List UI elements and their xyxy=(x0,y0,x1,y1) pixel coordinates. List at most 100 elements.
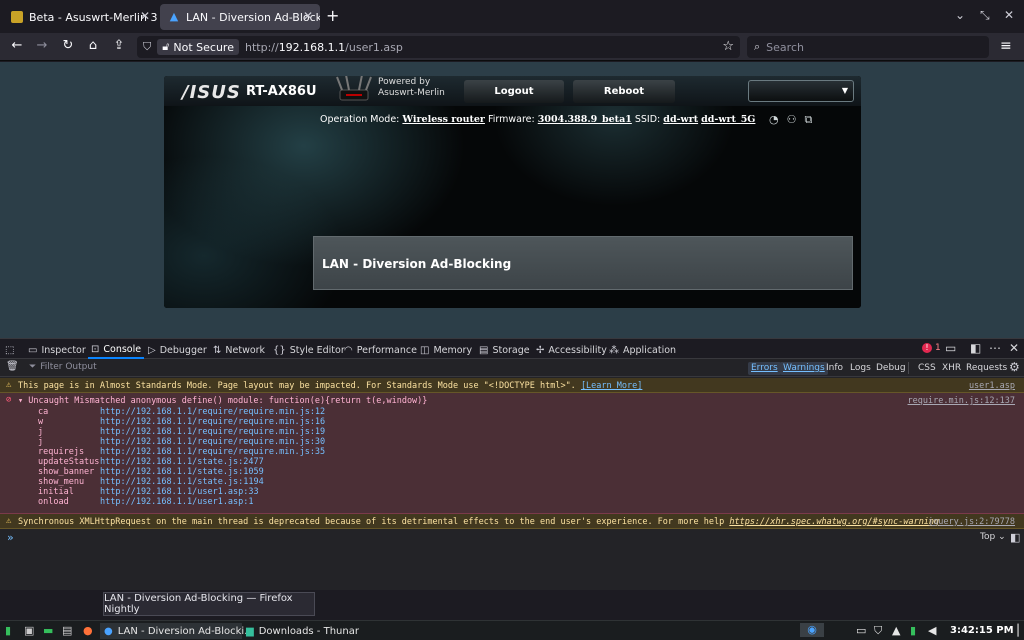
tab-memory[interactable]: ◫ Memory xyxy=(420,341,472,359)
filter-output-input[interactable]: ⏷ Filter Output xyxy=(29,362,97,372)
url-text[interactable]: http://192.168.1.1/user1.asp xyxy=(245,41,403,54)
close-devtools-icon[interactable]: ✕ xyxy=(1009,341,1019,355)
filter-xhr[interactable]: XHR xyxy=(939,362,964,375)
context-selector[interactable]: Top ⌄ xyxy=(980,532,1006,542)
stack-frame-link[interactable]: http://192.168.1.1/state.js:1059 xyxy=(100,467,264,477)
update-icon[interactable]: ▲ xyxy=(892,624,900,637)
wifi-icon[interactable]: ◔ xyxy=(769,113,787,126)
filter-css[interactable]: CSS xyxy=(915,362,939,375)
error-text[interactable]: ▾ Uncaught Mismatched anonymous define()… xyxy=(18,396,427,406)
pick-element-icon[interactable]: ⬚ xyxy=(5,341,18,359)
message-source-link[interactable]: user1.asp xyxy=(969,381,1015,391)
close-window-button[interactable]: ✕ xyxy=(1004,8,1014,22)
firefox-icon[interactable]: ● xyxy=(83,624,93,637)
stack-frame-link[interactable]: http://192.168.1.1/require/require.min.j… xyxy=(100,447,325,457)
console-warning: ⚠ This page is in Almost Standards Mode.… xyxy=(0,378,1024,393)
firmware-link[interactable]: 3004.388.9_beta1 xyxy=(538,114,632,125)
battery-icon[interactable]: ▮ xyxy=(910,624,916,637)
close-tab-icon[interactable]: ✕ xyxy=(303,9,313,23)
volume-icon[interactable]: ◀︎ xyxy=(928,624,936,637)
ssid-link-1[interactable]: dd-wrt xyxy=(663,114,698,125)
archive-icon[interactable]: ▤ xyxy=(62,624,72,637)
clients-icon[interactable]: ⚇ xyxy=(787,113,805,126)
tab-performance[interactable]: ◠ Performance xyxy=(344,341,417,359)
expand-arrow-icon[interactable]: ▾ xyxy=(18,396,23,406)
shield-icon[interactable]: ⛉ xyxy=(143,40,151,54)
tab-lan-diversion[interactable]: ▲ LAN - Diversion Ad-Blocking ✕ xyxy=(160,4,320,30)
op-mode-link[interactable]: Wireless router xyxy=(402,114,485,125)
new-tab-button[interactable]: + xyxy=(326,6,339,25)
filter-warnings[interactable]: Warnings xyxy=(780,362,828,375)
stack-frame-link[interactable]: http://192.168.1.1/require/require.min.j… xyxy=(100,417,325,427)
dropdown-caret-icon: ⌄ xyxy=(998,532,1006,542)
dock-side-icon[interactable]: ◧ xyxy=(970,341,981,355)
show-desktop-icon[interactable]: ▕ xyxy=(1010,624,1018,637)
language-select[interactable]: ▼ xyxy=(748,80,854,102)
tab-beta-forum[interactable]: Beta - Asuswrt-Merlin 3004 ✕ xyxy=(3,4,157,30)
logout-button[interactable]: Logout xyxy=(464,80,564,103)
error-count-badge[interactable]: ! 1 xyxy=(922,343,941,353)
taskbar-item-firefox[interactable]: ● LAN - Diversion Ad-Blocki... xyxy=(100,623,254,639)
workspace-switcher-icon[interactable]: ◉ xyxy=(800,623,824,637)
tab-console[interactable]: ⊡ Console xyxy=(88,341,145,359)
filter-errors[interactable]: Errors xyxy=(748,362,781,375)
search-input[interactable]: ⌕ Search xyxy=(747,36,989,58)
tab-accessibility[interactable]: ✢ Accessibility xyxy=(536,341,607,359)
shield-icon[interactable]: ⛉ xyxy=(874,624,882,638)
filter-logs[interactable]: Logs xyxy=(847,362,874,375)
tab-debugger[interactable]: ▷ Debugger xyxy=(148,341,207,359)
gear-icon[interactable]: ⚙ xyxy=(1009,360,1020,374)
message-source-link[interactable]: require.min.js:12:137 xyxy=(908,396,1015,406)
error-icon: ! xyxy=(922,343,932,353)
extensions-icon[interactable]: ⇪ xyxy=(110,38,128,53)
file-manager-icon[interactable]: ▬ xyxy=(43,624,53,637)
back-button[interactable]: ← xyxy=(8,38,26,53)
maximize-button[interactable]: ⤡ xyxy=(980,8,990,23)
reload-button[interactable]: ↻ xyxy=(59,38,77,53)
stack-frame-link[interactable]: http://192.168.1.1/user1.asp:1 xyxy=(100,497,254,507)
stack-frame-link[interactable]: http://192.168.1.1/require/require.min.j… xyxy=(100,427,325,437)
stack-frame-link[interactable]: http://192.168.1.1/user1.asp:33 xyxy=(100,487,259,497)
message-source-link[interactable]: jquery.js:2:79778 xyxy=(928,517,1015,527)
close-tab-icon[interactable]: ✕ xyxy=(140,9,150,23)
split-console-icon[interactable]: ◧ xyxy=(1010,531,1020,544)
taskbar-item-thunar[interactable]: ▆ Downloads - Thunar xyxy=(242,623,372,639)
stack-frame-link[interactable]: http://192.168.1.1/require/require.min.j… xyxy=(100,407,325,417)
tab-application[interactable]: ⁂ Application xyxy=(609,341,676,359)
usb-icon[interactable]: ⧉ xyxy=(804,113,820,126)
menu-launcher-icon[interactable]: ▮ xyxy=(5,624,11,637)
stack-frame-link[interactable]: http://192.168.1.1/state.js:2477 xyxy=(100,457,264,467)
tab-style-editor[interactable]: {} Style Editor xyxy=(273,341,345,359)
tab-storage[interactable]: ▤ Storage xyxy=(479,341,530,359)
bookmark-star-icon[interactable]: ☆ xyxy=(722,39,734,54)
responsive-design-icon[interactable]: ▭ xyxy=(945,341,956,355)
warning-icon: ⚠ xyxy=(6,516,12,526)
minimize-button[interactable]: ⌄ xyxy=(955,8,965,22)
terminal-icon[interactable]: ▣ xyxy=(24,624,34,637)
url-bar[interactable]: ⛉ 🔓︎ Not Secure http://192.168.1.1/user1.… xyxy=(137,36,740,58)
home-button[interactable]: ⌂ xyxy=(84,38,102,53)
reboot-button[interactable]: Reboot xyxy=(573,80,675,103)
console-input-prompt[interactable]: » xyxy=(7,531,14,544)
tab-network[interactable]: ⇅ Network xyxy=(213,341,265,359)
clock[interactable]: 3:42:15 PM xyxy=(950,625,1014,636)
clear-console-icon[interactable]: 🗑︎ xyxy=(6,361,19,372)
more-options-icon[interactable]: ⋯ xyxy=(989,341,1001,355)
stack-frame-link[interactable]: http://192.168.1.1/require/require.min.j… xyxy=(100,437,325,447)
filter-info[interactable]: Info xyxy=(823,362,846,375)
stack-frame-function: initial xyxy=(38,487,74,497)
asus-logo[interactable]: /ISUS xyxy=(182,82,241,103)
filter-requests[interactable]: Requests xyxy=(963,362,1010,375)
tab-inspector[interactable]: ▭ Inspector xyxy=(28,341,86,359)
forward-button[interactable]: → xyxy=(33,38,51,53)
learn-more-link[interactable]: [Learn More] xyxy=(581,381,642,391)
menu-icon[interactable]: ≡ xyxy=(1000,38,1012,54)
security-indicator[interactable]: 🔓︎ Not Secure xyxy=(157,39,239,55)
ssid-link-2[interactable]: dd-wrt_5G xyxy=(701,114,755,125)
stack-frame-link[interactable]: http://192.168.1.1/state.js:1194 xyxy=(100,477,264,487)
xhr-spec-link[interactable]: https://xhr.spec.whatwg.org/#sync-warnin… xyxy=(729,517,939,527)
display-icon[interactable]: ▭ xyxy=(856,624,866,637)
accessibility-icon: ✢ xyxy=(536,344,545,356)
content-panel: LAN - Diversion Ad-Blocking xyxy=(313,236,853,290)
filter-debug[interactable]: Debug xyxy=(873,362,909,375)
